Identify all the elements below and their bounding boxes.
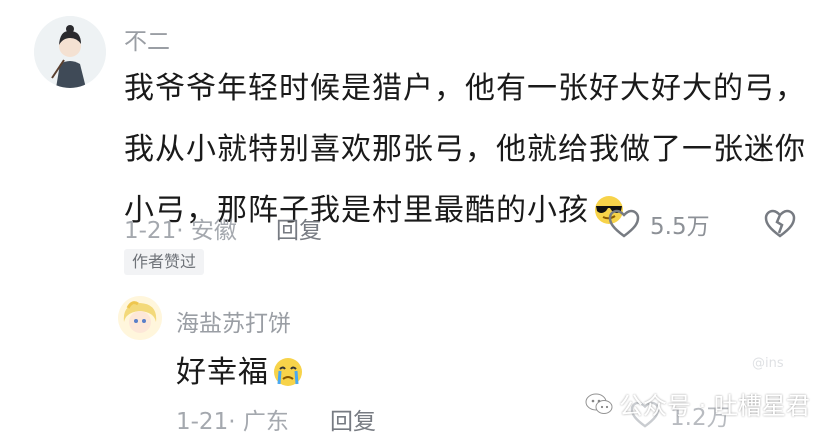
wechat-watermark: 公众号 · 吐槽星君 — [585, 386, 810, 421]
comment-location: 安徽 — [190, 218, 237, 244]
comment-username[interactable]: 不二 — [124, 22, 170, 56]
dislike-button[interactable] — [764, 209, 796, 243]
reply-username[interactable]: 海盐苏打饼 — [176, 304, 291, 338]
comment-date: 1-21 — [124, 218, 177, 244]
reply-reply-button[interactable]: 回复 — [330, 402, 376, 436]
reply-meta: 1-21· 广东 — [176, 402, 289, 436]
reply-text-content: 好幸福 — [176, 355, 269, 390]
reply-button[interactable]: 回复 — [276, 211, 322, 245]
heart-outline-icon — [608, 209, 640, 238]
wechat-icon — [585, 393, 613, 414]
watermark-text: 公众号 · 吐槽星君 — [619, 392, 810, 420]
meta-separator: · — [228, 409, 243, 435]
avatar-illustration — [118, 296, 162, 340]
reply-text: 好幸福 — [176, 347, 305, 396]
comment-meta: 1-21· 安徽 — [124, 211, 237, 245]
comment-text-line: 我从小就特别喜欢那张弓，他就给我做了一张迷你 — [124, 132, 806, 167]
author-liked-badge: 作者赞过 — [124, 249, 205, 275]
reply-avatar[interactable] — [118, 296, 162, 340]
avatar[interactable] — [34, 16, 106, 88]
crying-face-icon — [271, 356, 305, 396]
like-button[interactable]: 5.5万 — [608, 207, 710, 241]
reply-date: 1-21 — [176, 409, 229, 435]
comment-text-line: 我爷爷年轻时候是猎户，他有一张好大好大的弓， — [124, 71, 806, 106]
reply-location: 广东 — [242, 409, 289, 435]
like-count: 5.5万 — [650, 214, 710, 240]
avatar-illustration — [34, 16, 106, 88]
faint-watermark: @ins — [752, 356, 784, 371]
broken-heart-icon — [764, 209, 796, 238]
meta-separator: · — [176, 218, 191, 244]
